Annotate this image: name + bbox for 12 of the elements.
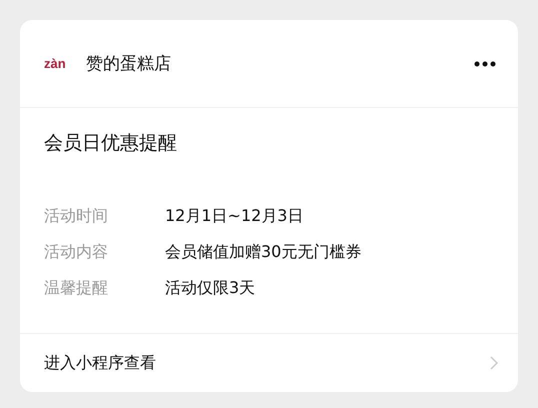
detail-label: 活动内容 [44,242,109,262]
detail-value: 会员储值加赠30元无门槛券 [165,242,362,262]
detail-value: 活动仅限3天 [165,278,256,298]
chevron-right-icon [490,356,498,370]
shop-logo: zàn [44,56,67,71]
detail-value: 12月1日~12月3日 [165,206,304,226]
more-icon[interactable] [474,60,496,66]
shop-name: 赞的蛋糕店 [86,53,172,75]
detail-label: 温馨提醒 [44,278,109,298]
open-mini-program-link[interactable]: 进入小程序查看 [44,352,156,374]
detail-label: 活动时间 [44,206,109,226]
message-title: 会员日优惠提醒 [44,131,178,156]
